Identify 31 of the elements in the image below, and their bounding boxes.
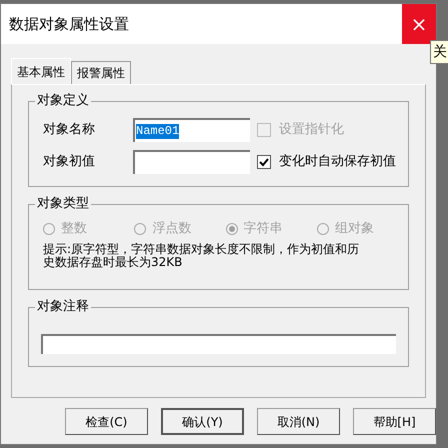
tab[interactable]: 报警属性 <box>71 61 131 84</box>
group-title: 对象定义 <box>35 93 91 109</box>
selected-text: Name01 <box>136 124 180 138</box>
group-title: 对象类型 <box>35 196 91 212</box>
dialog-button[interactable]: 取消(N) <box>257 408 340 435</box>
tooltip: 关 <box>430 40 448 64</box>
dialog-button[interactable]: 确认(Y) <box>161 408 244 435</box>
hint-text: 提示:原字符型，字符串数据对象长度不限制，作为初值和历史数据存盘时最长为32KB <box>43 242 360 268</box>
group-title: 对象注释 <box>35 299 91 315</box>
checkmark-icon <box>259 157 269 167</box>
radio-button[interactable] <box>43 222 55 235</box>
close-button[interactable]: × <box>402 4 436 44</box>
radio-label: 组对象 <box>334 220 374 238</box>
dialog-button[interactable]: 帮助[H] <box>353 408 436 435</box>
field-label: 对象初值 <box>43 153 96 172</box>
input-field[interactable]: Name01 <box>133 118 250 142</box>
comment-field[interactable] <box>41 334 396 354</box>
radio-button[interactable] <box>226 222 238 235</box>
checkbox-label: 设置指针化 <box>279 121 344 140</box>
radio-label: 整数 <box>61 220 87 238</box>
radio-label: 字符串 <box>244 220 282 238</box>
radio-button[interactable] <box>316 222 329 235</box>
field-label: 对象名称 <box>43 121 96 140</box>
radio-label: 浮点数 <box>152 220 192 238</box>
window-title: 数据对象属性设置 <box>9 14 129 35</box>
checkbox[interactable] <box>257 155 271 169</box>
tab[interactable]: 基本属性 <box>11 58 71 84</box>
dialog-button[interactable]: 检查(C) <box>65 408 148 435</box>
radio-button[interactable] <box>134 222 146 235</box>
checkbox-label: 变化时自动保存初值 <box>279 153 396 172</box>
input-field[interactable] <box>133 150 250 174</box>
